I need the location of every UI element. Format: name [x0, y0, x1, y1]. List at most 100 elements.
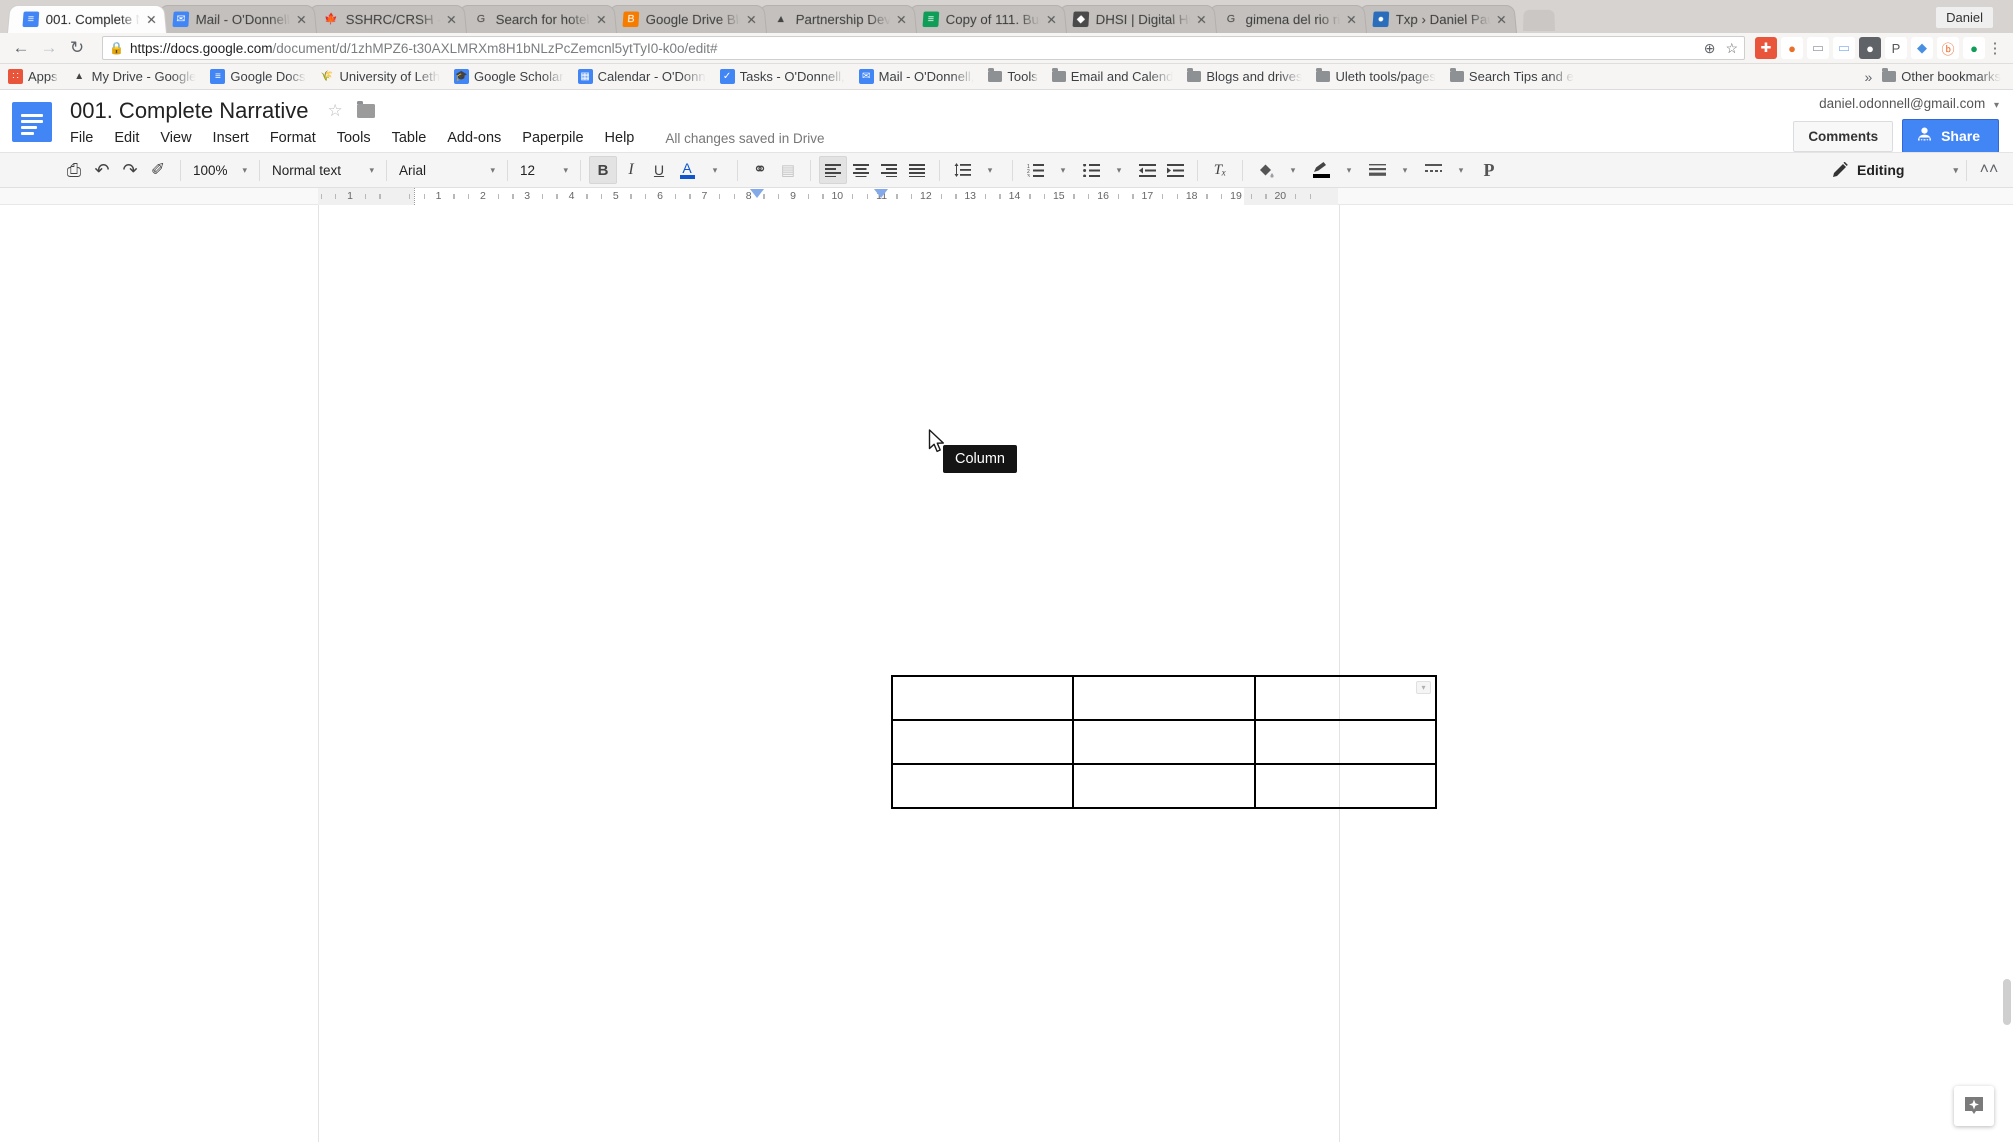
redo-button[interactable]: ↷ — [116, 156, 144, 184]
chevron-down-icon[interactable]: ▾ — [1335, 156, 1363, 184]
vertical-scrollbar[interactable] — [2001, 447, 2013, 1142]
bookmark-item[interactable]: Tools — [988, 68, 1038, 84]
reload-button[interactable]: ↻ — [64, 35, 90, 61]
close-icon[interactable]: ✕ — [1344, 12, 1360, 27]
docs-home-icon[interactable] — [12, 102, 52, 142]
bookmark-item[interactable]: Blogs and drives — [1187, 68, 1302, 84]
border-width-button[interactable] — [1363, 156, 1391, 184]
table-cell[interactable] — [890, 675, 1075, 721]
editing-mode-button[interactable]: Editing ▾ — [1832, 162, 1958, 178]
close-icon[interactable]: ✕ — [1194, 12, 1210, 27]
bold-button[interactable]: B — [589, 156, 617, 184]
bookmark-item[interactable]: Search Tips and e — [1449, 68, 1574, 84]
browser-tab[interactable]: B Google Drive Blog ✕ — [607, 4, 767, 33]
add-comment-button[interactable]: ▤ — [774, 156, 802, 184]
bookmark-item[interactable]: 🌾 University of Leth — [320, 69, 440, 84]
new-tab-button[interactable] — [1523, 9, 1555, 32]
insert-link-button[interactable]: ⚭ — [746, 156, 774, 184]
font-size-select[interactable]: 12 ▾ — [516, 157, 572, 183]
horizontal-ruler[interactable]: 1 1 2 3 4 5 6 7 8 9 10 11 12 13 14 15 16 17 18 19 20 — [318, 188, 1338, 205]
browser-tab[interactable]: ◆ DHSI | Digital Hum ✕ — [1057, 4, 1217, 33]
green-dot-icon[interactable]: ● — [1963, 37, 1985, 59]
address-bar[interactable]: 🔒 https://docs.google.com /document/d/1z… — [102, 36, 1745, 60]
menu-tools[interactable]: Tools — [337, 130, 371, 146]
adblock-icon[interactable]: ✚ — [1755, 37, 1777, 59]
align-center-button[interactable] — [847, 156, 875, 184]
bitly-icon[interactable]: ⓑ — [1937, 37, 1959, 59]
table-cell[interactable] — [1253, 719, 1438, 765]
close-icon[interactable]: ✕ — [294, 12, 310, 27]
underline-button[interactable]: U — [645, 156, 673, 184]
border-dash-button[interactable] — [1419, 156, 1447, 184]
align-right-button[interactable] — [875, 156, 903, 184]
font-family-select[interactable]: Arial ▾ — [395, 157, 499, 183]
paint-format-button[interactable]: ✐ — [144, 156, 172, 184]
browser-tab[interactable]: ≡ Copy of 111. Budge ✕ — [907, 4, 1067, 33]
zoom-select[interactable]: 100% ▾ — [189, 157, 251, 183]
close-icon[interactable]: ✕ — [744, 12, 760, 27]
chevron-down-icon[interactable]: ▾ — [701, 156, 729, 184]
align-left-button[interactable] — [819, 156, 847, 184]
menu-paperpile[interactable]: Paperpile — [522, 130, 583, 146]
zoom-indicator-icon[interactable]: ⊕ — [1704, 40, 1716, 57]
bookmark-item[interactable]: Email and Calend — [1051, 68, 1173, 84]
close-icon[interactable]: ✕ — [594, 12, 610, 27]
comments-button[interactable]: Comments — [1793, 120, 1894, 152]
menu-edit[interactable]: Edit — [114, 130, 139, 146]
table-cell[interactable] — [1253, 763, 1438, 809]
text-color-button[interactable]: A — [673, 156, 701, 184]
browser-tab[interactable]: ✉ Mail - O'Donnell, D✕ — [157, 4, 317, 33]
menu-format[interactable]: Format — [270, 130, 316, 146]
scrollbar-thumb[interactable] — [2003, 979, 2011, 1025]
chrome-menu-icon[interactable]: ⋮ — [1985, 39, 2005, 57]
bookmarks-overflow-button[interactable]: » — [1865, 69, 1873, 85]
browser-tab[interactable]: ▲ Partnership Dev G✕ — [757, 4, 917, 33]
table-cell[interactable] — [1072, 763, 1256, 809]
increase-indent-button[interactable] — [1161, 156, 1189, 184]
close-icon[interactable]: ✕ — [1044, 12, 1060, 27]
chevron-down-icon[interactable]: ▾ — [1279, 156, 1307, 184]
chevron-down-icon[interactable]: ▾ — [1447, 156, 1475, 184]
table-cell[interactable] — [1072, 719, 1256, 765]
bookmark-item[interactable]: ✓ Tasks - O'Donnell, — [719, 69, 845, 84]
document-table[interactable]: ▾ — [890, 675, 1438, 809]
bulleted-list-button[interactable] — [1077, 156, 1105, 184]
table-cell[interactable] — [1072, 675, 1256, 721]
bookmark-star-icon[interactable]: ☆ — [1725, 40, 1738, 57]
right-indent-marker[interactable] — [874, 189, 888, 198]
chevron-down-icon[interactable]: ▾ — [1105, 156, 1133, 184]
menu-insert[interactable]: Insert — [213, 130, 249, 146]
chevron-down-icon[interactable]: ▾ — [1049, 156, 1077, 184]
chevron-down-icon[interactable]: ▾ — [976, 156, 1004, 184]
bookmark-item[interactable]: ≡ Google Docs — [210, 69, 306, 84]
document-icon[interactable]: ▭ — [1833, 37, 1855, 59]
menu-view[interactable]: View — [160, 130, 191, 146]
left-indent-marker[interactable] — [750, 189, 764, 198]
table-cell[interactable] — [890, 763, 1075, 809]
paperpile-button[interactable]: P — [1475, 156, 1503, 184]
paragraph-style-select[interactable]: Normal text ▾ — [268, 157, 378, 183]
table-cell[interactable] — [890, 719, 1075, 765]
browser-tab[interactable]: ≡ 001. Complete Narrative ✕ — [7, 4, 167, 33]
close-icon[interactable]: ✕ — [444, 12, 460, 27]
align-justify-button[interactable] — [903, 156, 931, 184]
hide-menus-button[interactable]: ˄˄ — [1975, 156, 2003, 184]
star-icon[interactable]: ☆ — [327, 98, 342, 124]
bookmark-item[interactable]: ∷ Apps — [8, 69, 58, 84]
table-cell-dropdown-handle[interactable]: ▾ — [1416, 681, 1431, 694]
italic-button[interactable]: I — [617, 156, 645, 184]
numbered-list-button[interactable]: 123 — [1021, 156, 1049, 184]
chevron-down-icon[interactable]: ▾ — [1391, 156, 1419, 184]
table-cell[interactable]: ▾ — [1253, 675, 1438, 721]
close-icon[interactable]: ✕ — [1494, 12, 1510, 27]
explore-button[interactable] — [1954, 1086, 1994, 1126]
forward-button[interactable]: → — [36, 35, 62, 61]
paypal-icon[interactable]: P — [1885, 37, 1907, 59]
account-email-row[interactable]: daniel.odonnell@gmail.com ▾ — [1793, 96, 1999, 111]
bookmark-item[interactable]: ▲ My Drive - Google — [72, 69, 196, 84]
menu-help[interactable]: Help — [605, 130, 635, 146]
browser-tab[interactable]: 🍁 SSHRC/CRSH - App✕ — [307, 4, 467, 33]
menu-table[interactable]: Table — [392, 130, 427, 146]
menu-add-ons[interactable]: Add-ons — [447, 130, 501, 146]
profile-chip[interactable]: Daniel — [1926, 4, 2003, 31]
